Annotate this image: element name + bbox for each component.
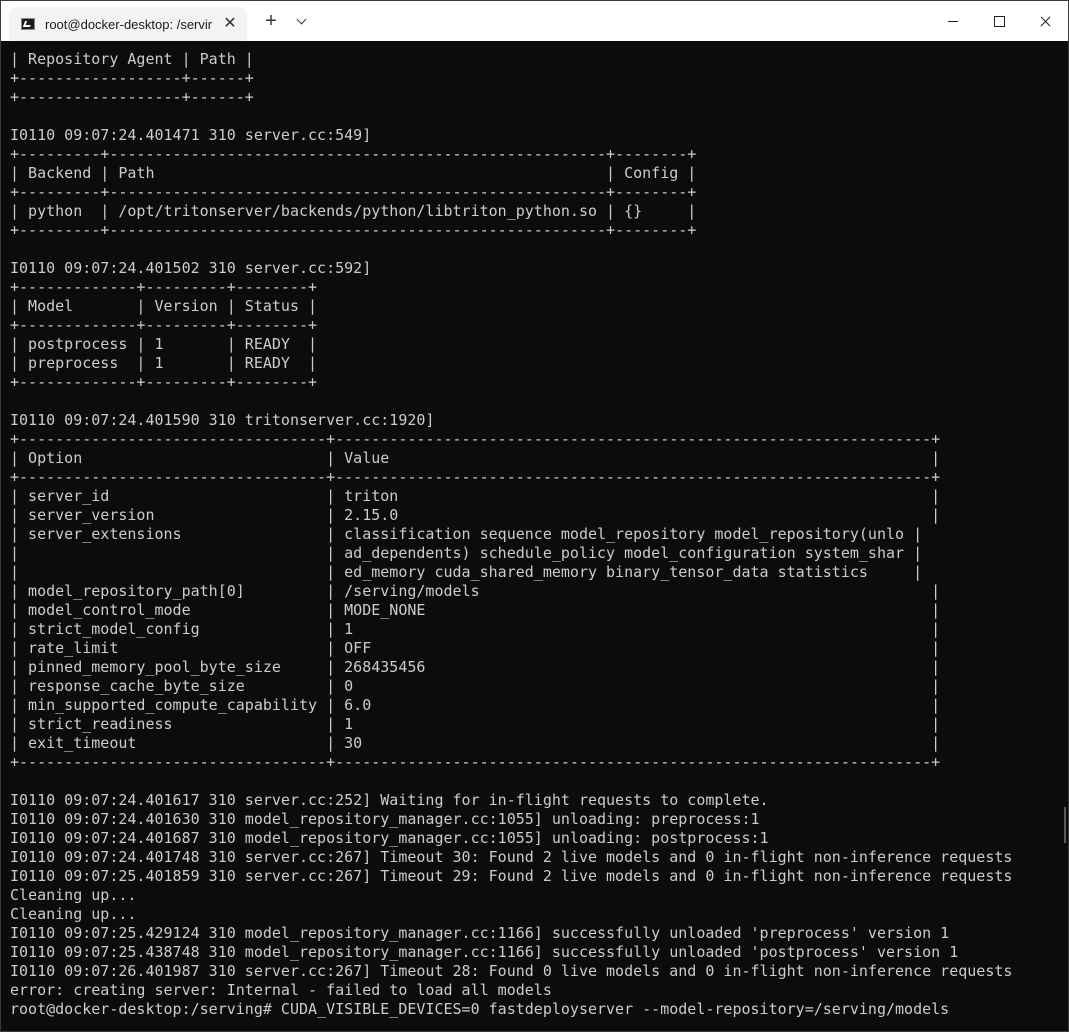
terminal-line: | min_supported_compute_capability | 6.0… bbox=[10, 696, 941, 714]
terminal-line: | | ad_dependents) schedule_policy model… bbox=[10, 544, 923, 562]
terminal-line: | server_version | 2.15.0 | bbox=[10, 506, 941, 524]
terminal-line: I0110 09:07:24.401617 310 server.cc:252]… bbox=[10, 791, 769, 809]
terminal-line: | Backend | Path | Config | bbox=[10, 164, 697, 182]
terminal-line: +-------------+---------+--------+ bbox=[10, 373, 318, 391]
maximize-button[interactable] bbox=[976, 1, 1022, 41]
terminal-line: I0110 09:07:25.401859 310 server.cc:267]… bbox=[10, 867, 1013, 885]
terminal-line: +---------+-----------------------------… bbox=[10, 221, 697, 239]
terminal-line: | | ed_memory cuda_shared_memory binary_… bbox=[10, 563, 923, 581]
close-window-button[interactable] bbox=[1022, 1, 1068, 41]
terminal-line: Cleaning up... bbox=[10, 905, 137, 923]
terminal-output[interactable]: | Repository Agent | Path | +------------… bbox=[1, 41, 1068, 1031]
terminal-window: root@docker-desktop: /servir ✕ + | Repos… bbox=[0, 0, 1069, 1032]
terminal-line: | exit_timeout | 30 | bbox=[10, 734, 941, 752]
terminal-line: | rate_limit | OFF | bbox=[10, 639, 941, 657]
terminal-line: | Repository Agent | Path | bbox=[10, 50, 254, 68]
close-tab-button[interactable]: ✕ bbox=[219, 13, 241, 35]
new-tab-button[interactable]: + bbox=[259, 10, 283, 34]
terminal-line: | response_cache_byte_size | 0 | bbox=[10, 677, 941, 695]
terminal-line: error: creating server: Internal - faile… bbox=[10, 981, 552, 999]
terminal-line: | model_control_mode | MODE_NONE | bbox=[10, 601, 941, 619]
terminal-line: I0110 09:07:24.401590 310 tritonserver.c… bbox=[10, 411, 435, 429]
terminal-line: | python | /opt/tritonserver/backends/py… bbox=[10, 202, 697, 220]
terminal-line: +------------------+------+ bbox=[10, 69, 254, 87]
terminal-line: I0110 09:07:25.429124 310 model_reposito… bbox=[10, 924, 950, 942]
terminal-line: +----------------------------------+----… bbox=[10, 430, 941, 448]
terminal-line: I0110 09:07:24.401748 310 server.cc:267]… bbox=[10, 848, 1013, 866]
terminal-line: | preprocess | 1 | READY | bbox=[10, 354, 318, 372]
terminal-line: I0110 09:07:24.401687 310 model_reposito… bbox=[10, 829, 769, 847]
terminal-icon bbox=[21, 18, 35, 30]
terminal-line: | postprocess | 1 | READY | bbox=[10, 335, 318, 353]
scrollbar[interactable] bbox=[1064, 807, 1066, 843]
terminal-line: I0110 09:07:24.401502 310 server.cc:592] bbox=[10, 259, 372, 277]
terminal-line: Cleaning up... bbox=[10, 886, 137, 904]
terminal-line: I0110 09:07:24.401630 310 model_reposito… bbox=[10, 810, 760, 828]
terminal-line: +---------+-----------------------------… bbox=[10, 183, 697, 201]
minimize-button[interactable] bbox=[930, 1, 976, 41]
terminal-line: | server_extensions | classification seq… bbox=[10, 525, 923, 543]
terminal-line: +-------------+---------+--------+ bbox=[10, 278, 318, 296]
terminal-line: I0110 09:07:25.438748 310 model_reposito… bbox=[10, 943, 959, 961]
terminal-line: | pinned_memory_pool_byte_size | 2684354… bbox=[10, 658, 941, 676]
terminal-line: +----------------------------------+----… bbox=[10, 753, 941, 771]
tab-terminal[interactable]: root@docker-desktop: /servir ✕ bbox=[9, 7, 247, 41]
chevron-down-icon bbox=[296, 14, 307, 25]
terminal-line: +---------+-----------------------------… bbox=[10, 145, 697, 163]
terminal-line: | server_id | triton | bbox=[10, 487, 941, 505]
tab-dropdown-button[interactable] bbox=[289, 10, 313, 34]
terminal-line: I0110 09:07:24.401471 310 server.cc:549] bbox=[10, 126, 372, 144]
terminal-line: +------------------+------+ bbox=[10, 88, 254, 106]
terminal-line: | model_repository_path[0] | /serving/mo… bbox=[10, 582, 941, 600]
terminal-line: | strict_readiness | 1 | bbox=[10, 715, 941, 733]
terminal-line: root@docker-desktop:/serving# CUDA_VISIB… bbox=[10, 1000, 950, 1018]
terminal-line: | strict_model_config | 1 | bbox=[10, 620, 941, 638]
terminal-line: +----------------------------------+----… bbox=[10, 468, 941, 486]
terminal-line: | Model | Version | Status | bbox=[10, 297, 318, 315]
terminal-line: +-------------+---------+--------+ bbox=[10, 316, 318, 334]
title-bar: root@docker-desktop: /servir ✕ + bbox=[1, 1, 1068, 41]
tab-title: root@docker-desktop: /servir bbox=[45, 17, 213, 32]
terminal-line: I0110 09:07:26.401987 310 server.cc:267]… bbox=[10, 962, 1013, 980]
terminal-line: | Option | Value | bbox=[10, 449, 941, 467]
